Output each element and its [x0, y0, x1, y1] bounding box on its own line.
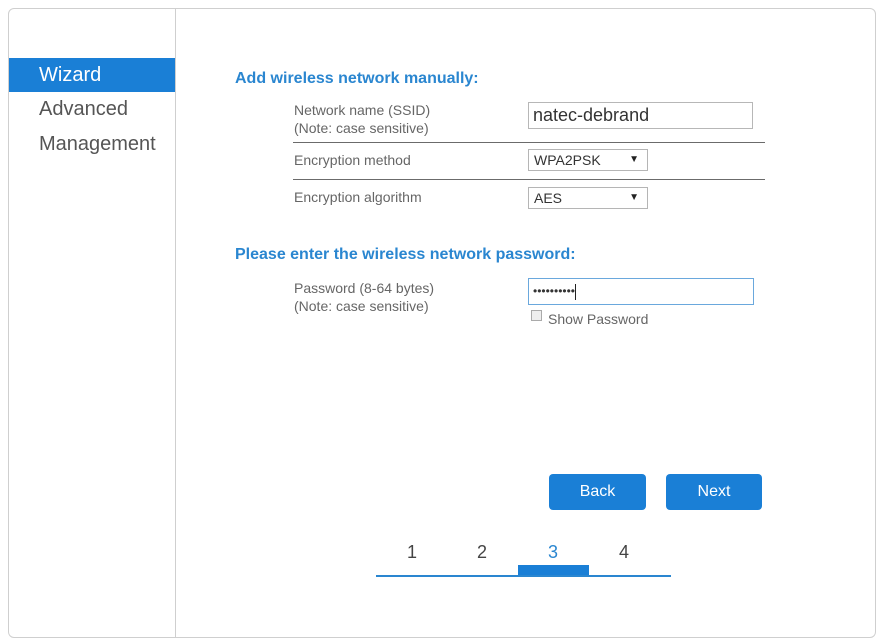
password-section-title: Please enter the wireless network passwo…	[235, 246, 576, 263]
encryption-method-select[interactable]: WPA2PSK ▼	[528, 149, 648, 171]
encryption-algorithm-select[interactable]: AES ▼	[528, 187, 648, 209]
text-caret	[575, 283, 577, 300]
encryption-algorithm-value: AES	[534, 190, 563, 206]
step-2: 2	[476, 542, 487, 562]
sidebar-item-wizard[interactable]: Wizard	[9, 58, 175, 92]
divider	[293, 142, 765, 143]
next-button[interactable]: Next	[666, 474, 762, 510]
ssid-input[interactable]: natec-debrand	[528, 102, 753, 129]
ssid-label-line2: (Note: case sensitive)	[294, 120, 429, 136]
password-label-line1: Password (8-64 bytes)	[294, 280, 435, 296]
dropdown-arrow-icon: ▼	[629, 192, 639, 203]
step-4: 4	[618, 542, 629, 562]
ssid-label-line1: Network name (SSID)	[294, 102, 431, 118]
step-1: 1	[406, 542, 417, 562]
show-password-label[interactable]: Show Password	[548, 310, 648, 328]
password-label-line2: (Note: case sensitive)	[294, 298, 429, 314]
divider	[293, 179, 765, 180]
network-section-title: Add wireless network manually:	[235, 70, 479, 87]
sidebar: Wizard Advanced Management	[9, 9, 176, 637]
step-progress-line	[376, 575, 671, 577]
password-value: ••••••••••	[533, 284, 576, 298]
encryption-method-label: Encryption method	[294, 152, 411, 168]
password-label: Password (8-64 bytes) (Note: case sensit…	[294, 279, 434, 315]
password-input[interactable]: ••••••••••	[528, 278, 754, 305]
wizard-window: Wizard Advanced Management Add wireless …	[8, 8, 876, 638]
encryption-method-value: WPA2PSK	[534, 152, 601, 168]
sidebar-item-management[interactable]: Management	[9, 127, 175, 161]
back-button[interactable]: Back	[549, 474, 646, 510]
encryption-algorithm-label: Encryption algorithm	[294, 189, 422, 205]
show-password-checkbox[interactable]	[531, 310, 542, 321]
dropdown-arrow-icon: ▼	[629, 154, 639, 165]
ssid-label: Network name (SSID) (Note: case sensitiv…	[294, 101, 430, 137]
sidebar-item-advanced[interactable]: Advanced	[9, 92, 175, 126]
step-3: 3	[547, 542, 558, 562]
